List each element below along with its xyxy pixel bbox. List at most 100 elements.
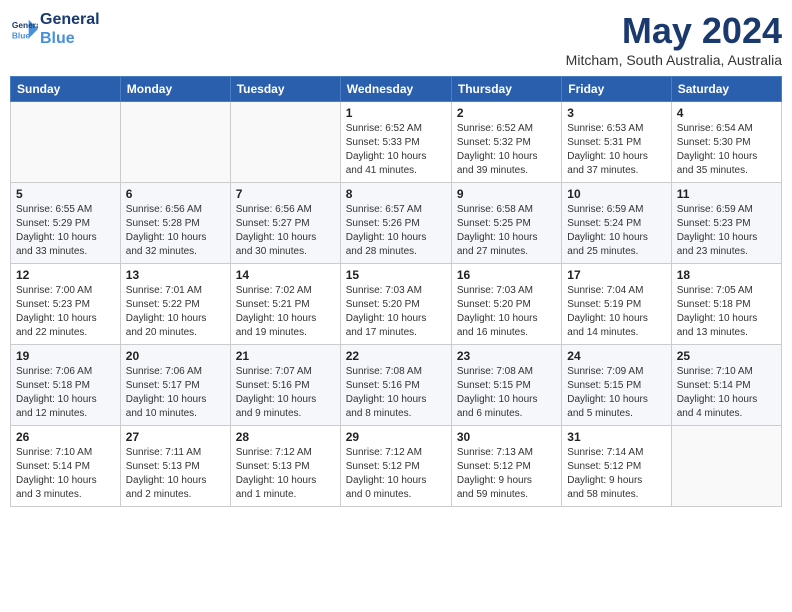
- calendar-cell: [671, 426, 781, 507]
- day-info: Sunrise: 7:08 AM Sunset: 5:16 PM Dayligh…: [346, 365, 446, 421]
- day-info: Sunrise: 6:52 AM Sunset: 5:32 PM Dayligh…: [457, 122, 556, 178]
- logo-icon: General Blue: [10, 15, 38, 43]
- calendar-header-row: SundayMondayTuesdayWednesdayThursdayFrid…: [11, 77, 782, 102]
- day-info: Sunrise: 6:52 AM Sunset: 5:33 PM Dayligh…: [346, 122, 446, 178]
- calendar-cell: 3 Sunrise: 6:53 AM Sunset: 5:31 PM Daylig…: [562, 102, 671, 183]
- day-info: Sunrise: 7:03 AM Sunset: 5:20 PM Dayligh…: [457, 284, 556, 340]
- calendar-cell: 21 Sunrise: 7:07 AM Sunset: 5:16 PM Dayli…: [230, 345, 340, 426]
- calendar-cell: 1 Sunrise: 6:52 AM Sunset: 5:33 PM Daylig…: [340, 102, 451, 183]
- day-info: Sunrise: 7:05 AM Sunset: 5:18 PM Dayligh…: [677, 284, 776, 340]
- calendar-table: SundayMondayTuesdayWednesdayThursdayFrid…: [10, 76, 782, 507]
- calendar-cell: [120, 102, 230, 183]
- calendar-cell: 7 Sunrise: 6:56 AM Sunset: 5:27 PM Daylig…: [230, 183, 340, 264]
- day-number: 7: [236, 187, 335, 201]
- calendar-cell: 10 Sunrise: 6:59 AM Sunset: 5:24 PM Dayli…: [562, 183, 671, 264]
- day-number: 25: [677, 349, 776, 363]
- calendar-cell: 4 Sunrise: 6:54 AM Sunset: 5:30 PM Daylig…: [671, 102, 781, 183]
- day-number: 28: [236, 430, 335, 444]
- calendar-cell: 8Sunrise: 6:57 AM Sunset: 5:26 PM Daylig…: [340, 183, 451, 264]
- day-number: 4: [677, 106, 776, 120]
- column-header-monday: Monday: [120, 77, 230, 102]
- day-number: 31: [567, 430, 665, 444]
- day-info: Sunrise: 6:56 AM Sunset: 5:27 PM Dayligh…: [236, 203, 335, 259]
- calendar-cell: [230, 102, 340, 183]
- day-number: 15: [346, 268, 446, 282]
- day-info: Sunrise: 6:54 AM Sunset: 5:30 PM Dayligh…: [677, 122, 776, 178]
- day-number: 6: [126, 187, 225, 201]
- column-header-wednesday: Wednesday: [340, 77, 451, 102]
- day-number: 19: [16, 349, 115, 363]
- day-number: 14: [236, 268, 335, 282]
- day-number: 21: [236, 349, 335, 363]
- day-number: 1: [346, 106, 446, 120]
- day-number: 16: [457, 268, 556, 282]
- calendar-cell: 27Sunrise: 7:11 AM Sunset: 5:13 PM Dayli…: [120, 426, 230, 507]
- day-number: 11: [677, 187, 776, 201]
- day-info: Sunrise: 7:03 AM Sunset: 5:20 PM Dayligh…: [346, 284, 446, 340]
- day-number: 20: [126, 349, 225, 363]
- calendar-cell: 17Sunrise: 7:04 AM Sunset: 5:19 PM Dayli…: [562, 264, 671, 345]
- day-number: 22: [346, 349, 446, 363]
- calendar-cell: 11 Sunrise: 6:59 AM Sunset: 5:23 PM Dayli…: [671, 183, 781, 264]
- day-info: Sunrise: 7:13 AM Sunset: 5:12 PM Dayligh…: [457, 446, 556, 502]
- column-header-sunday: Sunday: [11, 77, 121, 102]
- day-info: Sunrise: 7:07 AM Sunset: 5:16 PM Dayligh…: [236, 365, 335, 421]
- day-number: 18: [677, 268, 776, 282]
- day-number: 12: [16, 268, 115, 282]
- day-info: Sunrise: 7:12 AM Sunset: 5:12 PM Dayligh…: [346, 446, 446, 502]
- day-number: 27: [126, 430, 225, 444]
- day-info: Sunrise: 7:01 AM Sunset: 5:22 PM Dayligh…: [126, 284, 225, 340]
- svg-text:General: General: [12, 20, 38, 30]
- page-header: General Blue General Blue May 2024 Mitch…: [10, 10, 782, 68]
- calendar-body: 1 Sunrise: 6:52 AM Sunset: 5:33 PM Daylig…: [11, 102, 782, 507]
- title-block: May 2024 Mitcham, South Australia, Austr…: [566, 10, 782, 68]
- day-info: Sunrise: 7:10 AM Sunset: 5:14 PM Dayligh…: [16, 446, 115, 502]
- svg-text:Blue: Blue: [12, 31, 30, 41]
- calendar-cell: 29Sunrise: 7:12 AM Sunset: 5:12 PM Dayli…: [340, 426, 451, 507]
- calendar-cell: 18 Sunrise: 7:05 AM Sunset: 5:18 PM Dayli…: [671, 264, 781, 345]
- calendar-cell: 30Sunrise: 7:13 AM Sunset: 5:12 PM Dayli…: [451, 426, 561, 507]
- day-info: Sunrise: 7:00 AM Sunset: 5:23 PM Dayligh…: [16, 284, 115, 340]
- calendar-cell: 2 Sunrise: 6:52 AM Sunset: 5:32 PM Daylig…: [451, 102, 561, 183]
- day-info: Sunrise: 7:12 AM Sunset: 5:13 PM Dayligh…: [236, 446, 335, 502]
- day-number: 8: [346, 187, 446, 201]
- calendar-cell: 15 Sunrise: 7:03 AM Sunset: 5:20 PM Dayli…: [340, 264, 451, 345]
- calendar-cell: [11, 102, 121, 183]
- day-info: Sunrise: 7:06 AM Sunset: 5:18 PM Dayligh…: [16, 365, 115, 421]
- day-number: 9: [457, 187, 556, 201]
- day-number: 10: [567, 187, 665, 201]
- location: Mitcham, South Australia, Australia: [566, 52, 782, 68]
- day-number: 13: [126, 268, 225, 282]
- calendar-cell: 6 Sunrise: 6:56 AM Sunset: 5:28 PM Daylig…: [120, 183, 230, 264]
- calendar-cell: 24Sunrise: 7:09 AM Sunset: 5:15 PM Dayli…: [562, 345, 671, 426]
- day-number: 2: [457, 106, 556, 120]
- day-info: Sunrise: 6:55 AM Sunset: 5:29 PM Dayligh…: [16, 203, 115, 259]
- logo-text-line2: Blue: [40, 29, 100, 48]
- day-info: Sunrise: 7:04 AM Sunset: 5:19 PM Dayligh…: [567, 284, 665, 340]
- day-info: Sunrise: 6:59 AM Sunset: 5:24 PM Dayligh…: [567, 203, 665, 259]
- day-info: Sunrise: 6:59 AM Sunset: 5:23 PM Dayligh…: [677, 203, 776, 259]
- day-info: Sunrise: 7:02 AM Sunset: 5:21 PM Dayligh…: [236, 284, 335, 340]
- day-info: Sunrise: 7:09 AM Sunset: 5:15 PM Dayligh…: [567, 365, 665, 421]
- column-header-thursday: Thursday: [451, 77, 561, 102]
- day-number: 5: [16, 187, 115, 201]
- calendar-week-3: 12 Sunrise: 7:00 AM Sunset: 5:23 PM Dayli…: [11, 264, 782, 345]
- day-info: Sunrise: 6:56 AM Sunset: 5:28 PM Dayligh…: [126, 203, 225, 259]
- day-info: Sunrise: 7:10 AM Sunset: 5:14 PM Dayligh…: [677, 365, 776, 421]
- calendar-week-4: 19 Sunrise: 7:06 AM Sunset: 5:18 PM Dayli…: [11, 345, 782, 426]
- logo-text-line1: General: [40, 10, 100, 29]
- month-title: May 2024: [566, 10, 782, 52]
- calendar-cell: 28 Sunrise: 7:12 AM Sunset: 5:13 PM Dayli…: [230, 426, 340, 507]
- column-header-friday: Friday: [562, 77, 671, 102]
- calendar-cell: 26Sunrise: 7:10 AM Sunset: 5:14 PM Dayli…: [11, 426, 121, 507]
- day-number: 23: [457, 349, 556, 363]
- calendar-cell: 22 Sunrise: 7:08 AM Sunset: 5:16 PM Dayli…: [340, 345, 451, 426]
- calendar-cell: 12 Sunrise: 7:00 AM Sunset: 5:23 PM Dayli…: [11, 264, 121, 345]
- calendar-cell: 19 Sunrise: 7:06 AM Sunset: 5:18 PM Dayli…: [11, 345, 121, 426]
- day-info: Sunrise: 7:06 AM Sunset: 5:17 PM Dayligh…: [126, 365, 225, 421]
- day-info: Sunrise: 6:53 AM Sunset: 5:31 PM Dayligh…: [567, 122, 665, 178]
- day-number: 3: [567, 106, 665, 120]
- calendar-cell: 13 Sunrise: 7:01 AM Sunset: 5:22 PM Dayli…: [120, 264, 230, 345]
- calendar-cell: 31Sunrise: 7:14 AM Sunset: 5:12 PM Dayli…: [562, 426, 671, 507]
- column-header-tuesday: Tuesday: [230, 77, 340, 102]
